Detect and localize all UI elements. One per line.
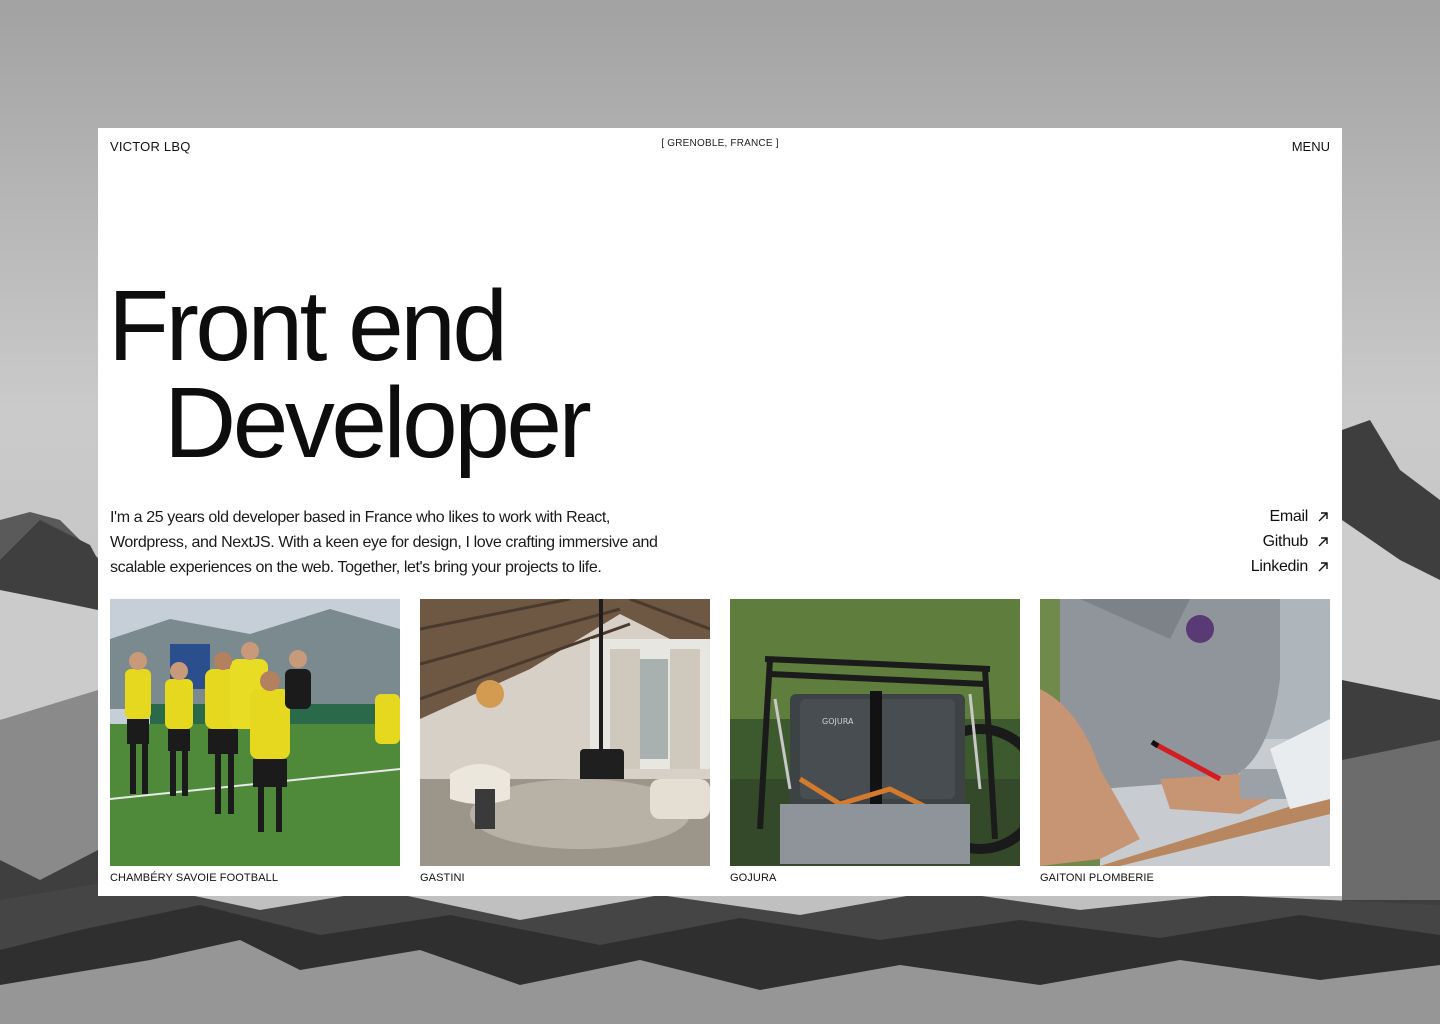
project-title: GAITONI PLOMBERIE (1040, 872, 1154, 884)
main-card: VICTOR LBQ [ GRENOBLE, FRANCE ] MENU Fro… (98, 128, 1342, 896)
github-link[interactable]: Github (1251, 529, 1330, 554)
hero-title-line1: Front end (108, 270, 508, 382)
arrow-up-right-icon (1318, 511, 1328, 521)
top-bar: VICTOR LBQ [ GRENOBLE, FRANCE ] MENU (110, 138, 1330, 156)
plumber-measuring-pipe-photo (1040, 599, 1330, 866)
bike-pannier-bag-photo: GOJURA (730, 599, 1020, 866)
project-title: GOJURA (730, 872, 777, 884)
project-title: GASTINI (420, 872, 465, 884)
hero-title-line2: Developer (164, 367, 592, 479)
menu-button[interactable]: MENU (1292, 139, 1330, 154)
football-team-celebration-photo (110, 599, 400, 866)
project-card-gastini[interactable]: GASTINI (420, 599, 710, 884)
projects-grid: CHAMBÉRY SAVOIE FOOTBALL GASTINI GOJURA … (110, 599, 1330, 884)
contact-links: Email Github Linkedin (1251, 504, 1330, 579)
project-title: CHAMBÉRY SAVOIE FOOTBALL (110, 872, 279, 884)
project-card-gojura[interactable]: GOJURA GOJURA (730, 599, 1020, 884)
intro-paragraph: I'm a 25 years old developer based in Fr… (110, 509, 658, 576)
github-link-label: Github (1262, 532, 1309, 550)
email-link-label: Email (1269, 507, 1308, 525)
chalet-living-room-photo (420, 599, 710, 866)
linkedin-link[interactable]: Linkedin (1251, 554, 1330, 579)
linkedin-link-label: Linkedin (1250, 557, 1309, 575)
email-link[interactable]: Email (1251, 504, 1330, 529)
project-card-gaitoni[interactable]: GAITONI PLOMBERIE (1040, 599, 1330, 884)
hero-title: Front end Developer (108, 270, 592, 479)
arrow-up-right-icon (1318, 561, 1328, 571)
arrow-up-right-icon (1318, 536, 1328, 546)
svg-text:GOJURA: GOJURA (822, 717, 854, 726)
project-card-chambery[interactable]: CHAMBÉRY SAVOIE FOOTBALL (110, 599, 400, 884)
brand-logo[interactable]: VICTOR LBQ (110, 139, 191, 154)
location-label: [ GRENOBLE, FRANCE ] (661, 138, 779, 149)
